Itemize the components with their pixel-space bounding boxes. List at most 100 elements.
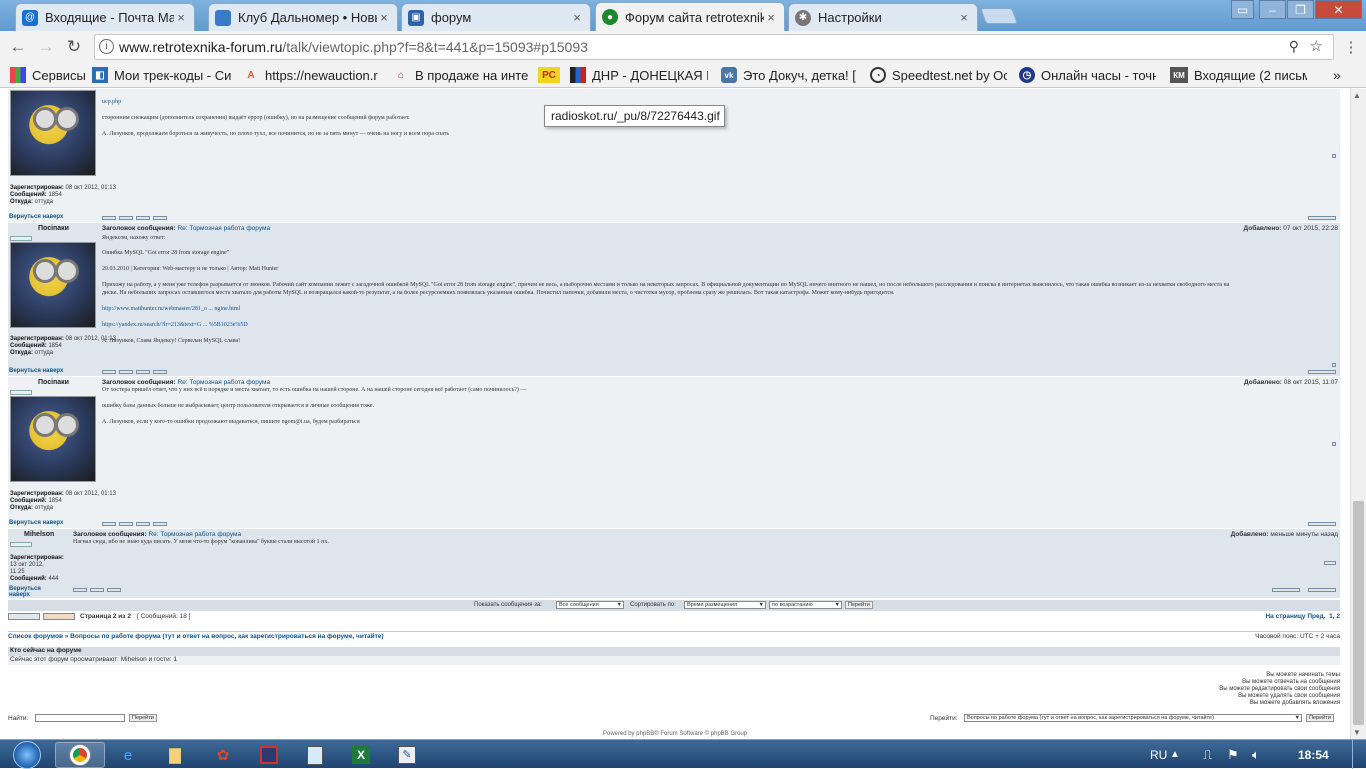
new-tab-button[interactable]: [980, 8, 1018, 24]
back-to-top-link[interactable]: Вернуться наверх: [9, 368, 63, 374]
notepad-taskbar-icon[interactable]: [290, 742, 340, 768]
email-button[interactable]: [136, 370, 150, 374]
show-desktop-button[interactable]: [1352, 740, 1366, 769]
bookmark-vk[interactable]: vk Это Докуч, детка! [Ти: [721, 67, 856, 83]
subject-link[interactable]: Re: Тормозная работа форума: [177, 225, 270, 232]
subject-link[interactable]: Re: Тормозная работа форума: [148, 531, 241, 538]
quote-icon[interactable]: [1332, 442, 1336, 446]
bookmarks-more[interactable]: »: [1333, 67, 1347, 83]
zoom-icon[interactable]: ⚲: [1289, 38, 1299, 55]
forum-jump-select[interactable]: Вопросы по работе форума (тут и ответ на…: [964, 714, 1302, 722]
profile-button[interactable]: [102, 370, 116, 374]
quote-icon[interactable]: [1332, 154, 1336, 158]
bookmark-apps[interactable]: Сервисы: [10, 67, 85, 83]
tab-forum[interactable]: ▣ форум ×: [401, 3, 591, 31]
quote-icon[interactable]: [1332, 363, 1336, 367]
search-button[interactable]: Перейти: [129, 714, 157, 722]
report-button[interactable]: [1308, 522, 1336, 526]
action-center-icon[interactable]: ⚑: [1227, 740, 1239, 769]
explorer-taskbar-icon[interactable]: ▇: [150, 742, 200, 768]
www-button[interactable]: [153, 216, 167, 220]
tray-expand-icon[interactable]: ▲: [1170, 740, 1180, 769]
report-button[interactable]: [1308, 370, 1336, 374]
back-to-top-link[interactable]: Вернуться наверх: [9, 586, 49, 598]
reply-button[interactable]: [43, 613, 75, 620]
start-button[interactable]: [2, 740, 52, 769]
subject-link[interactable]: Re: Тормозная работа форума: [177, 379, 270, 386]
volume-icon[interactable]: 🔈︎: [1252, 740, 1260, 769]
scroll-thumb[interactable]: [1353, 501, 1364, 725]
sort-dir-select[interactable]: по возрастанию ▼: [769, 601, 842, 609]
close-icon[interactable]: ×: [174, 10, 188, 25]
user-icon[interactable]: ▭: [1231, 0, 1254, 19]
address-bar[interactable]: i www.retrotexnika-forum.ru/talk/viewtop…: [94, 34, 1334, 60]
back-to-top-link[interactable]: Вернуться наверх: [9, 214, 63, 220]
sort-key-select[interactable]: Время размещения ▼: [684, 601, 766, 609]
restore-button[interactable]: ❐: [1287, 0, 1314, 19]
days-select[interactable]: Все сообщения ▼: [556, 601, 624, 609]
network-icon[interactable]: ⎍: [1203, 740, 1212, 769]
tab-retro-forum[interactable]: ● Форум сайта retrotexnik ×: [595, 2, 785, 31]
search-input[interactable]: [35, 714, 125, 722]
bookmark-speedtest[interactable]: ◔ Speedtest.net by Ook: [870, 67, 1007, 83]
quote-icon[interactable]: [1324, 561, 1336, 565]
close-icon[interactable]: ×: [570, 10, 584, 25]
pm-button[interactable]: [90, 588, 104, 592]
www-button[interactable]: [153, 522, 167, 526]
profile-button[interactable]: [102, 522, 116, 526]
bookmark-track[interactable]: ◧ Мои трек-коды - Сис: [92, 67, 232, 83]
bookmark-km[interactable]: КМ Входящие (2 письма): [1170, 67, 1307, 83]
reload-icon[interactable]: ↻: [63, 36, 85, 58]
scroll-down-icon[interactable]: ▼: [1353, 728, 1361, 737]
bookmark-rc[interactable]: РС: [538, 67, 562, 83]
pm-button[interactable]: [119, 522, 133, 526]
email-button[interactable]: [136, 522, 150, 526]
breadcrumb-path[interactable]: Список форумов » Вопросы по работе форум…: [8, 633, 384, 640]
email-button[interactable]: [136, 216, 150, 220]
goto-page-label[interactable]: На страницу: [1265, 613, 1305, 620]
jump-button[interactable]: Перейти: [1306, 714, 1334, 722]
email-button[interactable]: [107, 588, 121, 592]
bookmark-star-icon[interactable]: ☆: [1310, 37, 1323, 55]
post-text[interactable]: ucp.php: [102, 99, 121, 105]
minimize-button[interactable]: –: [1259, 0, 1286, 19]
page-scrollbar[interactable]: ▲ ▼: [1350, 89, 1366, 739]
report-button[interactable]: [1308, 216, 1336, 220]
profile-button[interactable]: [73, 588, 87, 592]
prev-page-link[interactable]: Пред.: [1307, 613, 1325, 620]
menu-icon[interactable]: ⋮: [1340, 36, 1362, 58]
post-link[interactable]: http://www.matthunter.ru/webmaster/281_o…: [102, 306, 240, 312]
page-links[interactable]: 1, 2: [1329, 613, 1340, 620]
info-icon[interactable]: i: [99, 39, 114, 54]
back-arrow-icon[interactable]: ←: [7, 36, 29, 58]
post-link[interactable]: https://yandex.ru/search/?lr=213&text=G …: [102, 322, 248, 328]
paint-taskbar-icon[interactable]: ✿: [198, 742, 248, 768]
clock[interactable]: 18:54: [1298, 740, 1329, 769]
close-window-button[interactable]: ✕: [1315, 0, 1362, 19]
tab-mail[interactable]: @ Входящие - Почта Mail.R ×: [15, 3, 195, 31]
pm-button[interactable]: [119, 216, 133, 220]
www-button[interactable]: [153, 370, 167, 374]
pm-button[interactable]: [119, 370, 133, 374]
bookmark-dnr[interactable]: ДНР - ДОНЕЦКАЯ НА: [570, 67, 708, 83]
go-button[interactable]: Перейти: [845, 601, 873, 609]
edit-button[interactable]: [1272, 588, 1300, 592]
save-app-taskbar-icon[interactable]: [244, 742, 294, 768]
bookmark-shop[interactable]: ⌂ В продаже на интер: [393, 67, 529, 83]
tab-club[interactable]: Клуб Дальномер • Новы ×: [208, 3, 398, 31]
language-indicator[interactable]: RU: [1150, 740, 1167, 769]
back-to-top-link[interactable]: Вернуться наверх: [9, 520, 63, 526]
bookmark-auction[interactable]: Ahttps://newauction.ru: [243, 67, 378, 83]
new-topic-button[interactable]: [8, 613, 40, 620]
profile-button[interactable]: [102, 216, 116, 220]
bookmark-clock[interactable]: ◷ Онлайн часы - точно: [1019, 67, 1156, 83]
scroll-up-icon[interactable]: ▲: [1353, 91, 1361, 100]
close-icon[interactable]: ×: [377, 10, 391, 25]
close-icon[interactable]: ×: [764, 10, 778, 25]
forward-arrow-icon[interactable]: →: [35, 36, 57, 58]
excel-taskbar-icon[interactable]: X: [336, 742, 386, 768]
tab-settings[interactable]: ✱ Настройки ×: [788, 3, 978, 31]
app-taskbar-icon[interactable]: ✎: [382, 742, 432, 768]
ie-taskbar-icon[interactable]: e: [103, 742, 153, 768]
chrome-taskbar-icon[interactable]: [55, 742, 105, 768]
